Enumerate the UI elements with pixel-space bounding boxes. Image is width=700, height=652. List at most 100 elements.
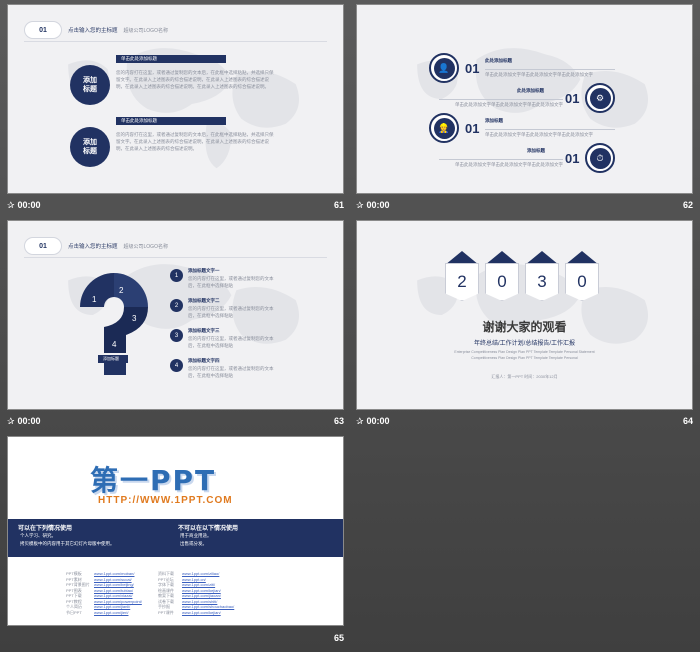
links-right: 资料下载 www.1ppt.com/ziliao/ PPT论坛 www.1ppt.c… <box>158 571 268 615</box>
slide-time: 00:00 <box>17 200 41 210</box>
list-number: 2 <box>170 299 183 312</box>
usage-band: 可以在下列情况使用 个人学习、研究。 拷贝模板中的内容用于其它幻灯片母版中使用。… <box>8 519 343 557</box>
slide-number: 61 <box>333 200 344 210</box>
item-number: 01 <box>565 91 580 106</box>
slide-thumbnail-61[interactable]: 01 点击输入您的主标题 超级公司LOGO名称 添加 标题 单击此处添加标题 您… <box>7 4 344 194</box>
item-text: 单击此处添加文字单击此处添加文字单击此处添加文字 <box>485 132 593 137</box>
slide-meta-62: ✰ 00:00 62 <box>356 197 693 213</box>
resource-link[interactable]: www.1ppt.com/jieri/ <box>94 610 128 616</box>
brand-url: HTTP://WWW.1PPT.COM <box>98 495 233 506</box>
slide-meta-65: 65 <box>7 630 344 646</box>
item-tag: 单击此处添加标题 <box>116 55 226 63</box>
slide-thumbnail-63[interactable]: 01 点击输入您的主标题 超级公司LOGO名称 1 2 3 4 添加标题 1 添… <box>7 220 344 410</box>
item-text: 单击此处添加文字单击此处添加文字单击此处添加文字 <box>455 102 563 107</box>
list-title: 添加标题文字四 <box>188 358 220 363</box>
animation-star-icon: ✰ <box>356 415 364 426</box>
slide-time: 00:00 <box>366 416 390 426</box>
world-map-background <box>417 264 649 344</box>
item-text: 您的内容打在这里，或者通过复制您的文本后，在此框中选择粘贴，并选择只保留文字。在… <box>116 70 274 89</box>
link-row: PPT课件 www.1ppt.com/kejian/ <box>158 609 221 616</box>
person-circle: 👤 <box>429 53 459 83</box>
item-title: 添加标题 <box>527 148 545 153</box>
animation-star-icon: ✰ <box>7 415 15 426</box>
slide-thumbnail-64[interactable]: 2 0 3 0 谢谢大家的观看 年终总结/工作计划/总结报告/工作汇报 Ente… <box>356 220 693 410</box>
header-title: 点击输入您的主标题 <box>68 28 118 34</box>
slide-thumbnail-62[interactable]: 👤 01 此处添加标题 单击此处添加文字单击此处添加文字单击此处添加文字 ⚙ 0… <box>356 4 693 194</box>
list-text: 您的内容打在这里，或者通过复制您的文本后，在此框中选择粘贴 <box>188 336 274 348</box>
item-text: 单击此处添加文字单击此处添加文字单击此处添加文字 <box>455 162 563 167</box>
slide-meta-61: ✰ 00:00 61 <box>7 197 344 213</box>
closing-keywords: Competitiveness Plan Design Plan PPT Tem… <box>471 356 578 360</box>
header-subtitle: 超级公司LOGO名称 <box>123 27 168 34</box>
slide-thumbnail-65[interactable]: 第一PPT HTTP://WWW.1PPT.COM 可以在下列情况使用 个人学习… <box>7 436 344 626</box>
gear-circle: ⚙ <box>585 83 615 113</box>
slide-header: 01 点击输入您的主标题 超级公司LOGO名称 <box>24 237 168 255</box>
item-number: 01 <box>465 121 480 136</box>
slide-number: 62 <box>682 200 693 210</box>
item-line <box>485 69 615 70</box>
slide-number: 63 <box>333 416 344 426</box>
question-tag: 添加标题 <box>98 355 128 363</box>
item-title: 此处添加标题 <box>517 88 544 93</box>
year-digit: 2 <box>445 263 479 301</box>
header-divider <box>24 257 327 258</box>
title-bubble: 添加 标题 <box>70 127 110 167</box>
worker-circle: 👷 <box>429 113 459 143</box>
slide-meta-63: ✰ 00:00 63 <box>7 413 344 429</box>
list-title: 添加标题文字一 <box>188 268 220 273</box>
year-digit: 0 <box>565 263 599 301</box>
item-number: 01 <box>465 61 480 76</box>
item-tag: 单击此处添加标题 <box>116 117 226 125</box>
list-number: 3 <box>170 329 183 342</box>
closing-subtitle: 年终总结/工作计划/总结报告/工作汇报 <box>473 341 575 347</box>
links-left: PPT模板 www.1ppt.com/moban/ PPT素材 www.1ppt.c… <box>66 571 166 615</box>
slide-header: 01 点击输入您的主标题 超级公司LOGO名称 <box>24 21 168 39</box>
header-title: 点击输入您的主标题 <box>68 244 118 250</box>
year-digit-hex: 3 <box>525 251 559 301</box>
header-divider <box>24 41 327 42</box>
list-text: 您的内容打在这里，或者通过复制您的文本后，在此框中选择粘贴 <box>188 306 274 318</box>
worker-icon: 👷 <box>433 117 455 139</box>
gear-icon: ⚙ <box>589 87 611 109</box>
slide-number: 64 <box>682 416 693 426</box>
header-subtitle: 超级公司LOGO名称 <box>123 243 168 250</box>
list-text: 您的内容打在这里，或者通过复制您的文本后，在此框中选择粘贴 <box>188 276 274 288</box>
list-number: 1 <box>170 269 183 282</box>
year-digit-hex: 0 <box>485 251 519 301</box>
item-text: 您的内容打在这里，或者通过复制您的文本后，在此框中选择粘贴，并选择只保留文字。在… <box>116 132 274 151</box>
list-number: 4 <box>170 359 183 372</box>
slide-time: 00:00 <box>17 416 41 426</box>
forbidden-item: 用于商业用途。 <box>180 533 212 538</box>
allowed-item: 个人学习、研究。 <box>20 533 56 538</box>
resource-link[interactable]: www.1ppt.com/kejian/ <box>182 610 221 616</box>
item-line <box>439 159 563 160</box>
year-digit: 3 <box>525 263 559 301</box>
q-label-2: 2 <box>119 286 124 295</box>
list-title: 添加标题文字三 <box>188 328 220 333</box>
year-digit: 0 <box>485 263 519 301</box>
stopwatch-circle: ⏱ <box>585 143 615 173</box>
section-number: 01 <box>24 21 62 39</box>
year-digit-hex: 2 <box>445 251 479 301</box>
forbidden-item: 出售或分发。 <box>180 541 207 546</box>
item-number: 01 <box>565 151 580 166</box>
brand-logo: 第一PPT <box>90 464 217 497</box>
item-text: 单击此处添加文字单击此处添加文字单击此处添加文字 <box>485 72 593 77</box>
item-title: 添加标题 <box>485 118 503 123</box>
q-label-1: 1 <box>92 295 97 304</box>
list-title: 添加标题文字二 <box>188 298 220 303</box>
person-icon: 👤 <box>433 57 455 79</box>
item-line <box>439 99 563 100</box>
section-number: 01 <box>24 237 62 255</box>
list-text: 您的内容打在这里，或者通过复制您的文本后，在此框中选择粘贴 <box>188 366 274 378</box>
closing-footer: 汇报人：第一PPT 时间：2030年12月 <box>491 374 558 379</box>
link-row: 节日PPT www.1ppt.com/jieri/ <box>66 609 129 616</box>
title-bubble: 添加 标题 <box>70 65 110 105</box>
animation-star-icon: ✰ <box>7 199 15 210</box>
forbidden-title: 不可以在以下情况使用 <box>178 526 239 532</box>
allowed-item: 拷贝模板中的内容用于其它幻灯片母版中使用。 <box>20 541 115 546</box>
slide-number: 65 <box>333 633 344 643</box>
q-label-4: 4 <box>112 340 117 349</box>
stopwatch-icon: ⏱ <box>589 147 611 169</box>
q-label-3: 3 <box>132 314 137 323</box>
